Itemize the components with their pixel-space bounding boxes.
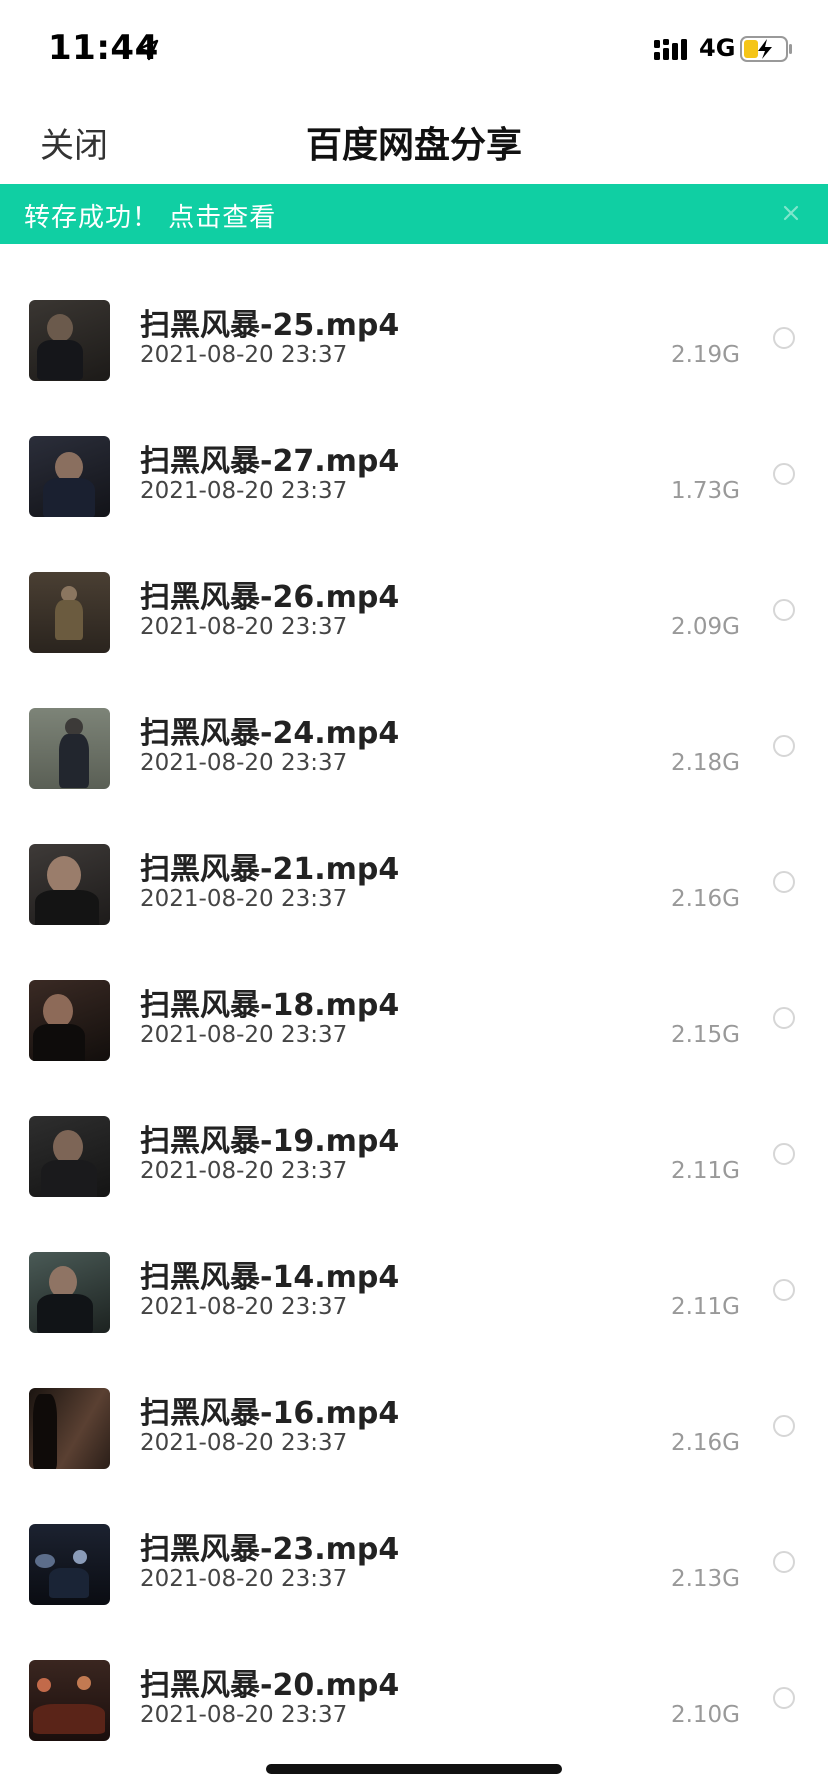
file-size: 2.11G — [670, 1158, 740, 1184]
status-bar: 11:44 4G — [0, 0, 828, 100]
file-name: 扫黑风暴-26.mp4 — [140, 580, 400, 615]
file-size: 2.16G — [670, 1430, 740, 1456]
file-size: 2.15G — [670, 1022, 740, 1048]
select-radio[interactable] — [773, 599, 795, 621]
close-icon[interactable] — [774, 196, 808, 230]
file-row[interactable]: 扫黑风暴-25.mp4 2021-08-20 23:37 2.19G — [0, 272, 828, 408]
file-row[interactable]: 扫黑风暴-23.mp4 2021-08-20 23:37 2.13G — [0, 1496, 828, 1632]
nav-bar: 关闭 百度网盘分享 — [0, 100, 828, 184]
video-thumbnail — [29, 980, 110, 1061]
file-date: 2021-08-20 23:37 — [140, 1022, 348, 1048]
file-date: 2021-08-20 23:37 — [140, 1294, 348, 1320]
file-date: 2021-08-20 23:37 — [140, 1430, 348, 1456]
network-type: 4G — [699, 34, 736, 62]
save-success-banner[interactable]: 转存成功！ 点击查看 — [0, 184, 828, 244]
file-row[interactable]: 扫黑风暴-19.mp4 2021-08-20 23:37 2.11G — [0, 1088, 828, 1224]
file-date: 2021-08-20 23:37 — [140, 886, 348, 912]
file-date: 2021-08-20 23:37 — [140, 342, 348, 368]
file-name: 扫黑风暴-19.mp4 — [140, 1124, 400, 1159]
file-date: 2021-08-20 23:37 — [140, 1702, 348, 1728]
file-name: 扫黑风暴-18.mp4 — [140, 988, 400, 1023]
video-thumbnail — [29, 708, 110, 789]
select-radio[interactable] — [773, 1143, 795, 1165]
select-radio[interactable] — [773, 871, 795, 893]
banner-text[interactable]: 转存成功！ 点击查看 — [24, 197, 276, 234]
select-radio[interactable] — [773, 463, 795, 485]
file-size: 2.09G — [670, 614, 740, 640]
file-name: 扫黑风暴-25.mp4 — [140, 308, 400, 343]
select-radio[interactable] — [773, 1279, 795, 1301]
file-size: 1.73G — [670, 478, 740, 504]
file-date: 2021-08-20 23:37 — [140, 614, 348, 640]
file-date: 2021-08-20 23:37 — [140, 1566, 348, 1592]
file-size: 2.10G — [670, 1702, 740, 1728]
file-size: 2.18G — [670, 750, 740, 776]
file-size: 2.13G — [670, 1566, 740, 1592]
video-thumbnail — [29, 436, 110, 517]
file-row[interactable]: 扫黑风暴-26.mp4 2021-08-20 23:37 2.09G — [0, 544, 828, 680]
video-thumbnail — [29, 844, 110, 925]
file-row[interactable]: 扫黑风暴-27.mp4 2021-08-20 23:37 1.73G — [0, 408, 828, 544]
file-name: 扫黑风暴-21.mp4 — [140, 852, 400, 887]
file-name: 扫黑风暴-20.mp4 — [140, 1668, 400, 1703]
file-name: 扫黑风暴-16.mp4 — [140, 1396, 400, 1431]
file-date: 2021-08-20 23:37 — [140, 478, 348, 504]
file-size: 2.16G — [670, 886, 740, 912]
file-date: 2021-08-20 23:37 — [140, 1158, 348, 1184]
file-row[interactable]: 扫黑风暴-18.mp4 2021-08-20 23:37 2.15G — [0, 952, 828, 1088]
select-radio[interactable] — [773, 1007, 795, 1029]
file-size: 2.11G — [670, 1294, 740, 1320]
location-arrow-icon — [137, 39, 159, 61]
file-date: 2021-08-20 23:37 — [140, 750, 348, 776]
video-thumbnail — [29, 1388, 110, 1469]
select-radio[interactable] — [773, 1415, 795, 1437]
file-row[interactable]: 扫黑风暴-24.mp4 2021-08-20 23:37 2.18G — [0, 680, 828, 816]
select-radio[interactable] — [773, 1687, 795, 1709]
file-name: 扫黑风暴-24.mp4 — [140, 716, 400, 751]
select-radio[interactable] — [773, 1551, 795, 1573]
video-thumbnail — [29, 572, 110, 653]
file-list: 扫黑风暴-25.mp4 2021-08-20 23:37 2.19G 扫黑风暴-… — [0, 272, 828, 1768]
file-row[interactable]: 扫黑风暴-16.mp4 2021-08-20 23:37 2.16G — [0, 1360, 828, 1496]
home-indicator — [266, 1764, 562, 1774]
page-title: 百度网盘分享 — [305, 125, 522, 166]
file-name: 扫黑风暴-14.mp4 — [140, 1260, 400, 1295]
file-row[interactable]: 扫黑风暴-20.mp4 2021-08-20 23:37 2.10G — [0, 1632, 828, 1768]
video-thumbnail — [29, 1524, 110, 1605]
select-radio[interactable] — [773, 327, 795, 349]
file-name: 扫黑风暴-27.mp4 — [140, 444, 400, 479]
video-thumbnail — [29, 1252, 110, 1333]
file-row[interactable]: 扫黑风暴-21.mp4 2021-08-20 23:37 2.16G — [0, 816, 828, 952]
cellular-signal-icon — [654, 39, 687, 60]
file-size: 2.19G — [670, 342, 740, 368]
file-row[interactable]: 扫黑风暴-14.mp4 2021-08-20 23:37 2.11G — [0, 1224, 828, 1360]
video-thumbnail — [29, 300, 110, 381]
battery-charging-icon — [740, 36, 792, 62]
select-radio[interactable] — [773, 735, 795, 757]
video-thumbnail — [29, 1116, 110, 1197]
file-name: 扫黑风暴-23.mp4 — [140, 1532, 400, 1567]
video-thumbnail — [29, 1660, 110, 1741]
